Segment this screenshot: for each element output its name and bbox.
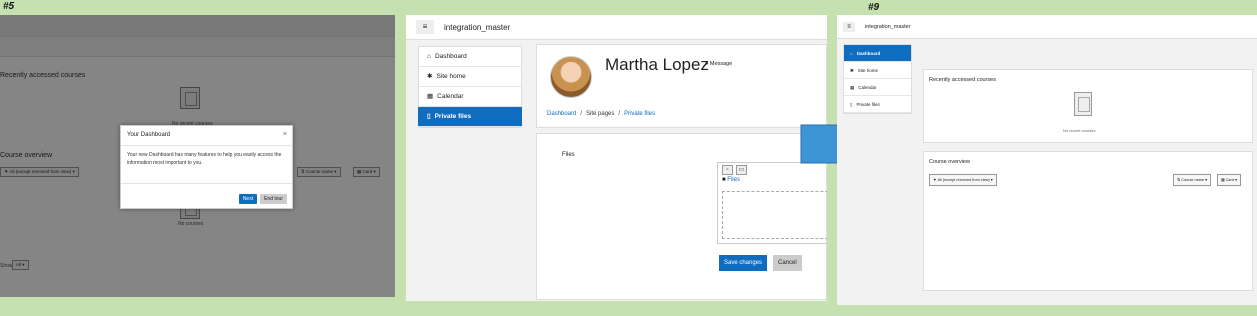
label-left: #5: [3, 1, 15, 12]
menu-toggle-icon[interactable]: ≡: [416, 20, 434, 34]
breadcrumb-item-site-pages: Site pages: [586, 111, 615, 117]
dialog-footer: Next End tour: [238, 194, 287, 204]
dashboard-icon: ⌂: [427, 53, 431, 60]
private-files-icon: ▯: [850, 102, 853, 107]
dialog-title: Your Dashboard: [121, 126, 292, 146]
nav-drawer-list: ⌂ Dashboard ✱ Site home ▦ Calendar ▯ Private fi…: [418, 46, 522, 128]
sidebar-item-label: Dashboard: [856, 51, 881, 56]
avatar: [550, 56, 592, 98]
end-tour-button[interactable]: End tour: [260, 194, 287, 204]
site-home-icon: ✱: [850, 68, 854, 73]
save-changes-button[interactable]: Save changes: [719, 255, 768, 271]
breadcrumb-separator: /: [580, 111, 583, 117]
sidebar-item-label: Private files: [434, 113, 472, 120]
no-recent-courses-text: No recent courses: [1063, 128, 1096, 133]
user-name: Martha Lopez: [605, 55, 709, 74]
navbar: ≡ integration_master: [406, 15, 827, 40]
breadcrumb-item-private-files[interactable]: Private files: [624, 111, 655, 117]
view-dropdown[interactable]: ▦ Card ▾: [1217, 174, 1241, 186]
add-file-icon[interactable]: ▫: [722, 165, 733, 175]
sidebar-item-calendar[interactable]: ▦ Calendar: [844, 79, 911, 96]
site-name[interactable]: integration_master: [865, 24, 911, 30]
breadcrumb: Dashboard / Site pages / Private files: [547, 111, 655, 117]
filter-dropdown[interactable]: ▼ All (except removed from view) ▾: [929, 174, 997, 186]
next-button[interactable]: Next: [238, 194, 258, 204]
content-card: Files ▫ ▭ ■ Files Save changes Cancel: [536, 133, 827, 300]
navbar: ≡ integration_master: [837, 15, 1257, 39]
label-right: #9: [868, 2, 880, 13]
sidebar-item-site-home[interactable]: ✱ Site home: [419, 67, 521, 87]
site-name[interactable]: integration_master: [444, 23, 510, 32]
main-region: Recently accessed courses No recent cour…: [917, 39, 1257, 305]
sidebar-item-label: Calendar: [437, 93, 464, 100]
sidebar-item-label: Dashboard: [434, 53, 467, 60]
sidebar-item-label: Site home: [436, 73, 466, 80]
site-home-icon: ✱: [427, 73, 433, 80]
message-button[interactable]: ● Message: [705, 61, 732, 67]
breadcrumb-separator: /: [618, 111, 621, 117]
calendar-icon: ▦: [427, 93, 434, 100]
sort-dropdown[interactable]: ⇅ Course name ▾: [1173, 174, 1212, 186]
private-files-icon: ▯: [427, 113, 431, 120]
sidebar-item-label: Calendar: [858, 85, 877, 90]
cancel-button[interactable]: Cancel: [773, 255, 802, 271]
screenshot-right-dashboard: ≡ integration_master ⌂ Dashboard ✱ Site hom…: [837, 15, 1257, 305]
page-header: Martha Lopez ● Message Dashboard / Site pa…: [536, 44, 827, 128]
sidebar-item-calendar[interactable]: ▦ Calendar: [419, 87, 521, 107]
sidebar-item-private-files[interactable]: ▯ Private files: [418, 107, 522, 127]
calendar-icon: ▦: [850, 85, 855, 90]
main-region: Martha Lopez ● Message Dashboard / Site pa…: [530, 40, 827, 301]
course-overview-title: Course overview: [929, 159, 970, 165]
create-folder-icon[interactable]: ▭: [736, 165, 747, 175]
nav-drawer-list: ⌂ Dashboard ✱ Site home ▦ Calendar ▯ Private fi…: [843, 44, 912, 114]
recent-courses-card: Recently accessed courses No recent cour…: [923, 69, 1253, 143]
menu-toggle-icon[interactable]: ≡: [843, 21, 855, 32]
drop-zone[interactable]: [722, 191, 827, 239]
sidebar-item-private-files[interactable]: ▯ Private files: [844, 96, 911, 113]
sidebar-item-dashboard[interactable]: ⌂ Dashboard: [844, 45, 911, 62]
recent-courses-title: Recently accessed courses: [929, 77, 996, 83]
sidebar-item-dashboard[interactable]: ⌂ Dashboard: [419, 47, 521, 67]
breadcrumb-item-dashboard[interactable]: Dashboard: [547, 111, 576, 117]
tour-dialog: Your Dashboard × Your new Dashboard has …: [120, 125, 293, 209]
course-placeholder-icon: [1074, 92, 1092, 116]
files-label: Files: [562, 152, 575, 158]
sidebar-item-label: Private files: [856, 102, 880, 107]
dialog-body: Your new Dashboard has many features to …: [121, 146, 292, 184]
course-overview-card: Course overview ▼ All (except removed fr…: [923, 151, 1253, 291]
close-icon[interactable]: ×: [283, 131, 287, 138]
sidebar-item-label: Site home: [857, 68, 879, 73]
screenshot-left-dashboard-tour: Recently accessed courses No recent cour…: [0, 15, 395, 297]
sidebar-item-site-home[interactable]: ✱ Site home: [844, 62, 911, 79]
dashboard-icon: ⌂: [850, 51, 853, 56]
screenshot-middle-private-files: ≡ integration_master ⌂ Dashboard ✱ Site hom…: [406, 15, 827, 301]
